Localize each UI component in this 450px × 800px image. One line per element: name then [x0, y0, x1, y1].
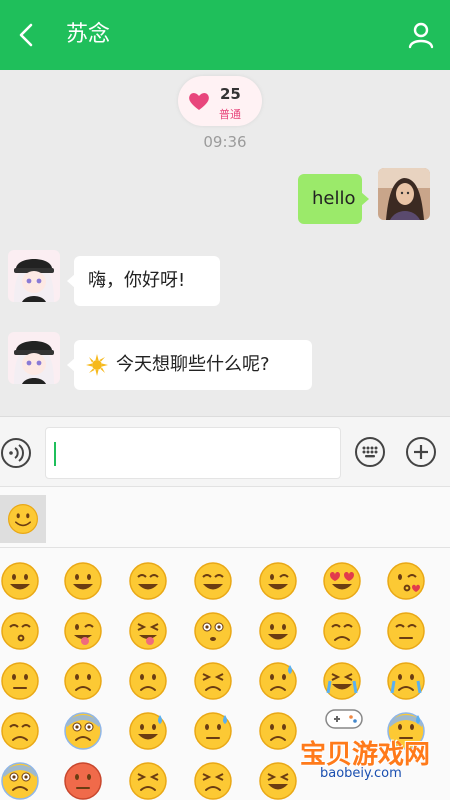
sleepy-emoji[interactable]: [0, 711, 40, 751]
pensive-emoji[interactable]: [322, 611, 362, 651]
crying-emoji[interactable]: [386, 661, 426, 701]
disappointed-emoji[interactable]: [128, 661, 168, 701]
message-input[interactable]: [45, 427, 341, 479]
intimacy-level: 普通: [219, 108, 241, 121]
message-text: 今天想聊些什么呢?: [116, 354, 270, 375]
profile-icon[interactable]: [406, 20, 436, 50]
smiley-tab[interactable]: [0, 495, 46, 543]
incoming-message[interactable]: 嗨，你好呀!: [67, 256, 220, 306]
contact-avatar[interactable]: [8, 250, 60, 302]
smiling-emoji[interactable]: [128, 561, 168, 601]
smiley-icon: [8, 504, 38, 534]
persevering-emoji[interactable]: [128, 761, 168, 800]
outgoing-message[interactable]: hello: [298, 174, 369, 224]
grinning-smile-emoji[interactable]: [0, 561, 40, 601]
voice-icon[interactable]: [0, 437, 32, 469]
fearful-emoji[interactable]: [63, 711, 103, 751]
downcast-sweat-emoji[interactable]: [193, 711, 233, 751]
contact-avatar[interactable]: [8, 332, 60, 384]
contact-name: 苏念: [66, 22, 111, 47]
incoming-message[interactable]: 今天想聊些什么呢?: [67, 340, 312, 390]
kissing-smiling-emoji[interactable]: [0, 611, 40, 651]
winking-tongue-emoji[interactable]: [63, 611, 103, 651]
sun-emoji-icon: [86, 354, 108, 376]
screaming-emoji[interactable]: [0, 761, 40, 800]
message-text: hello: [312, 188, 356, 209]
back-icon[interactable]: [12, 20, 42, 50]
emoji-category-bar: [0, 486, 450, 548]
squint-tongue-emoji[interactable]: [128, 611, 168, 651]
message-timestamp: 09:36: [203, 133, 247, 151]
angry-emoji[interactable]: [63, 761, 103, 800]
message-text: 嗨，你好呀!: [88, 270, 186, 291]
chat-header: 苏念: [0, 0, 450, 70]
message-list[interactable]: 25 普通 09:36 hello 嗨，你好呀! 今天想聊些什么呢?: [0, 70, 450, 416]
confounded-emoji[interactable]: [193, 661, 233, 701]
sad-sweat-emoji[interactable]: [258, 661, 298, 701]
tired-face-emoji[interactable]: [193, 761, 233, 800]
grinning-emoji[interactable]: [63, 561, 103, 601]
heart-eyes-emoji[interactable]: [322, 561, 362, 601]
kissing-heart-emoji[interactable]: [386, 561, 426, 601]
relieved-emoji[interactable]: [386, 611, 426, 651]
intimacy-badge[interactable]: 25 普通: [178, 76, 262, 126]
site-watermark: 宝贝游戏网 baobeiy.com: [300, 706, 430, 786]
keyboard-icon[interactable]: [354, 436, 386, 468]
unamused-emoji[interactable]: [0, 661, 40, 701]
flushed-emoji[interactable]: [193, 611, 233, 651]
grin-emoji[interactable]: [258, 611, 298, 651]
gamepad-icon: [325, 709, 363, 729]
heart-icon: [189, 93, 209, 110]
worried-emoji[interactable]: [63, 661, 103, 701]
relaxed-emoji[interactable]: [193, 561, 233, 601]
winking-emoji[interactable]: [258, 561, 298, 601]
my-avatar[interactable]: [378, 168, 430, 220]
watermark-url: baobeiy.com: [320, 766, 402, 781]
text-caret: [54, 442, 56, 466]
plus-icon[interactable]: [405, 436, 437, 468]
grin-squint-emoji[interactable]: [258, 761, 298, 800]
intimacy-value: 25: [220, 85, 241, 103]
tired-emoji[interactable]: [258, 711, 298, 751]
input-bar: [0, 416, 450, 486]
laughing-tears-emoji[interactable]: [322, 661, 362, 701]
sweat-smile-emoji[interactable]: [128, 711, 168, 751]
